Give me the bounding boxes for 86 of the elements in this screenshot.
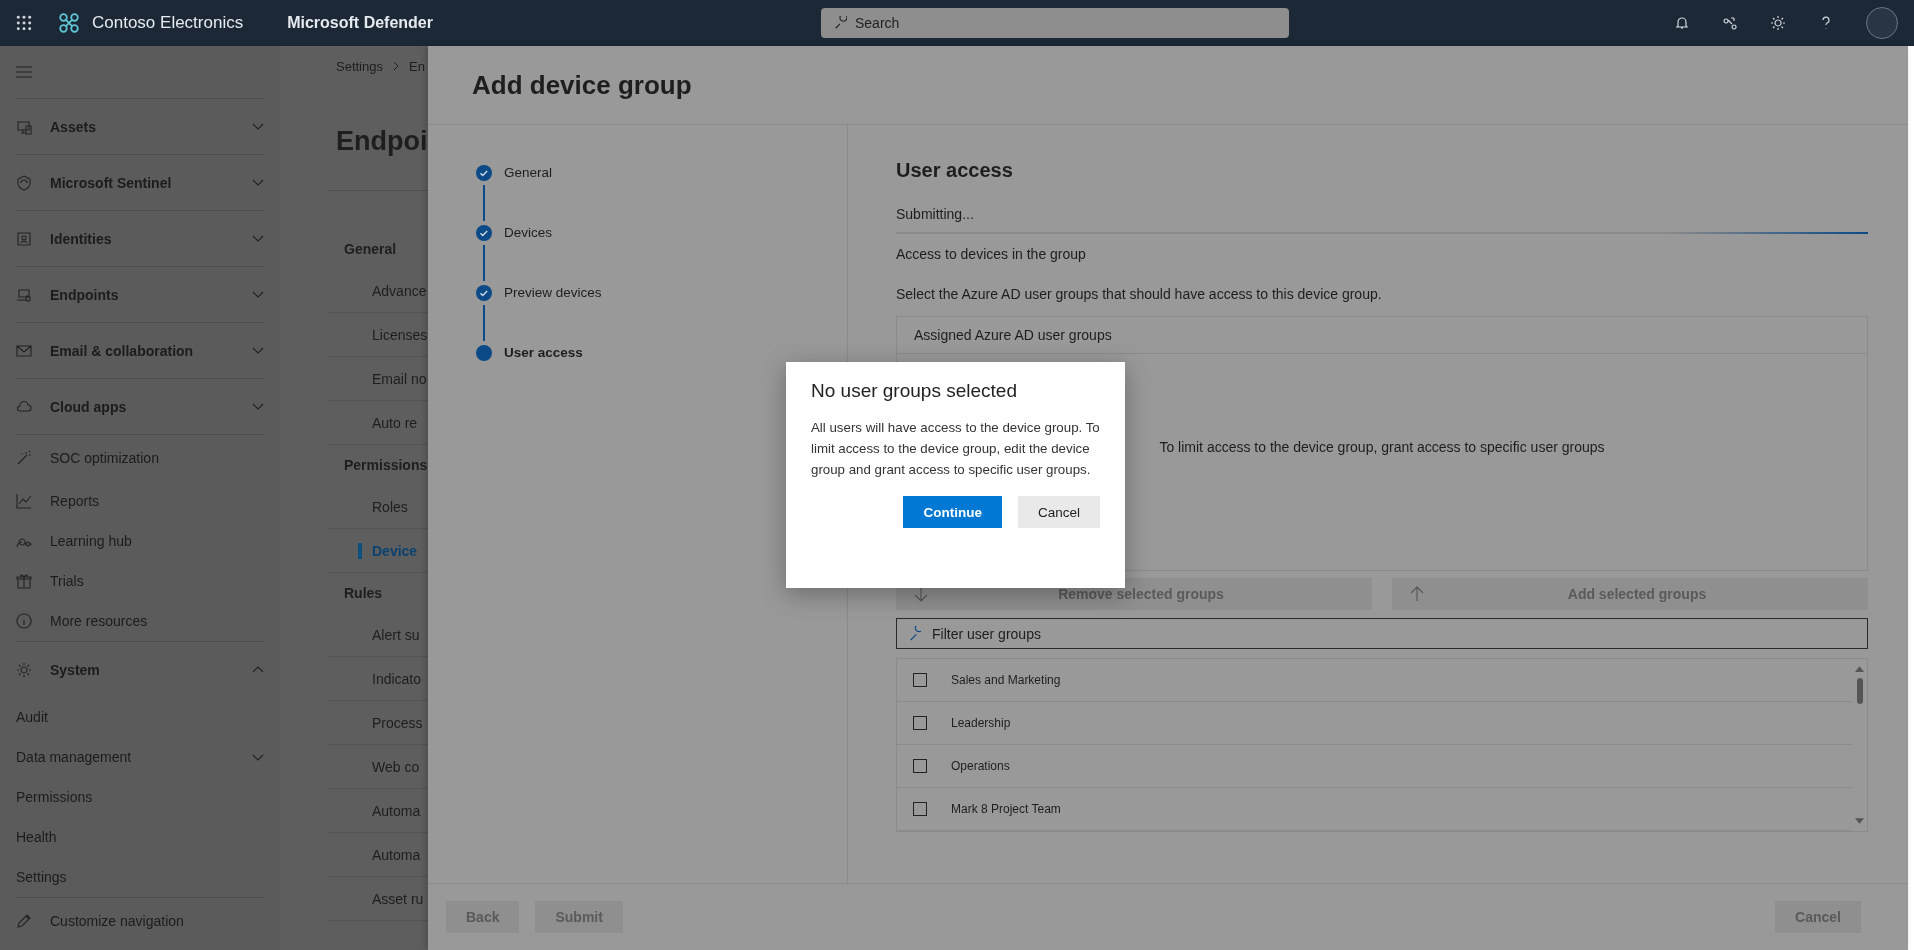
settings-item[interactable]: Auto re — [358, 414, 418, 431]
nav-item[interactable]: Settings — [16, 857, 264, 897]
section-heading: General — [344, 241, 397, 257]
nav-item[interactable]: Email & collaboration — [16, 323, 264, 378]
settings-item[interactable]: Asset ru — [358, 890, 424, 907]
id-card-icon — [16, 230, 32, 247]
group-name: Mark 8 Project Team — [951, 802, 1061, 816]
chart-icon — [16, 493, 32, 509]
group-name: Operations — [951, 759, 1010, 773]
shield-icon — [16, 174, 32, 191]
settings-item[interactable]: Indicato — [358, 670, 422, 687]
nav-item[interactable]: Health — [16, 817, 264, 857]
nav-item[interactable]: Permissions — [16, 777, 264, 817]
product-name: Microsoft Defender — [287, 14, 433, 32]
settings-item[interactable]: Automa — [358, 846, 421, 863]
step-label[interactable]: Preview devices — [504, 285, 602, 345]
settings-item[interactable]: Email no — [358, 370, 427, 387]
monitor-icon — [16, 118, 32, 135]
nav-item[interactable]: Data management — [16, 737, 264, 777]
breadcrumb-link[interactable]: Settings — [336, 58, 383, 74]
nav-item[interactable]: Audit — [16, 697, 264, 737]
wand-icon — [16, 450, 32, 466]
brand-name[interactable]: Contoso Electronics — [92, 13, 244, 33]
subtitle: Access to devices in the group — [896, 246, 1086, 262]
settings-item[interactable]: Process — [358, 714, 423, 731]
checkbox[interactable] — [913, 673, 927, 687]
filter-field[interactable]: Filter user groups — [896, 618, 1868, 649]
arrow-down-icon — [914, 586, 928, 602]
logo-icon — [58, 12, 80, 34]
nav-item[interactable]: Trials — [16, 561, 264, 601]
description: Select the Azure AD user groups that should have access to this device group. — [896, 286, 1382, 302]
nav-item[interactable]: System — [16, 642, 264, 697]
scroll-down-icon[interactable] — [1855, 818, 1864, 825]
dialog-title: No user groups selected — [811, 380, 1018, 402]
checkbox[interactable] — [913, 802, 927, 816]
nav-item[interactable]: Assets — [16, 99, 264, 154]
info-icon — [16, 613, 32, 629]
nav-item[interactable]: Customize navigation — [16, 898, 264, 944]
continue-button[interactable]: Continue — [903, 496, 1002, 528]
section-heading: Rules — [344, 585, 383, 601]
scrollbar-thumb[interactable] — [1856, 678, 1863, 704]
breadcrumb-link[interactable]: En — [409, 58, 425, 74]
nav-item[interactable]: Learning hub — [16, 521, 264, 561]
section-heading: Permissions — [344, 457, 428, 473]
checkbox[interactable] — [913, 759, 927, 773]
nav-item[interactable]: Identities — [16, 211, 264, 266]
share-icon[interactable] — [1722, 15, 1738, 31]
page-title: Endpoi — [336, 126, 429, 158]
settings-item[interactable]: Advance — [358, 282, 427, 299]
settings-item[interactable]: Device — [358, 542, 418, 559]
avatar[interactable] — [1866, 7, 1898, 39]
nav-item[interactable]: Endpoints — [16, 267, 264, 322]
box-header: Assigned Azure AD user groups — [914, 327, 1112, 343]
step-label[interactable]: User access — [504, 345, 583, 361]
laptop-icon — [16, 286, 32, 303]
settings-item[interactable]: Roles — [358, 498, 408, 515]
envelope-icon — [16, 342, 32, 359]
arrow-up-icon — [1410, 586, 1424, 602]
settings-item[interactable]: Licenses — [358, 326, 428, 343]
empty-message: To limit access to the device group, grant access to specific user groups — [1159, 439, 1605, 455]
nav-item[interactable]: More resources — [16, 601, 264, 641]
app-launcher-icon[interactable] — [16, 15, 32, 31]
settings-item[interactable]: Alert su — [358, 626, 420, 643]
search-field[interactable]: Search — [821, 8, 1289, 38]
gift-icon — [16, 573, 32, 589]
nav-item[interactable]: SOC optimization — [16, 435, 264, 481]
pencil-icon — [16, 913, 32, 929]
status-text: Submitting... — [896, 206, 974, 222]
section-title: User access — [896, 159, 1013, 182]
settings-item[interactable]: Web co — [358, 758, 420, 775]
nav-item[interactable]: Microsoft Sentinel — [16, 155, 264, 210]
step-label[interactable]: Devices — [504, 225, 552, 285]
checkbox[interactable] — [913, 716, 927, 730]
cancel-button[interactable]: Cancel — [1017, 496, 1100, 528]
group-name: Sales and Marketing — [951, 673, 1061, 687]
chevron-right-icon — [393, 61, 399, 71]
settings-item[interactable]: Automa — [358, 802, 421, 819]
scroll-up-icon[interactable] — [1855, 665, 1864, 672]
cloud-icon — [16, 398, 32, 415]
bell-icon[interactable] — [1674, 15, 1690, 31]
dialog-message: All users will have access to the device group. To limit access to the device group, edit the device group and grant access to specific user groups. — [811, 419, 1100, 479]
nav-item[interactable]: Reports — [16, 481, 264, 521]
step-label[interactable]: General — [504, 165, 553, 225]
group-name: Leadership — [951, 716, 1011, 730]
panel-title: Add device group — [472, 69, 692, 101]
nav-item[interactable]: Cloud apps — [16, 379, 264, 434]
